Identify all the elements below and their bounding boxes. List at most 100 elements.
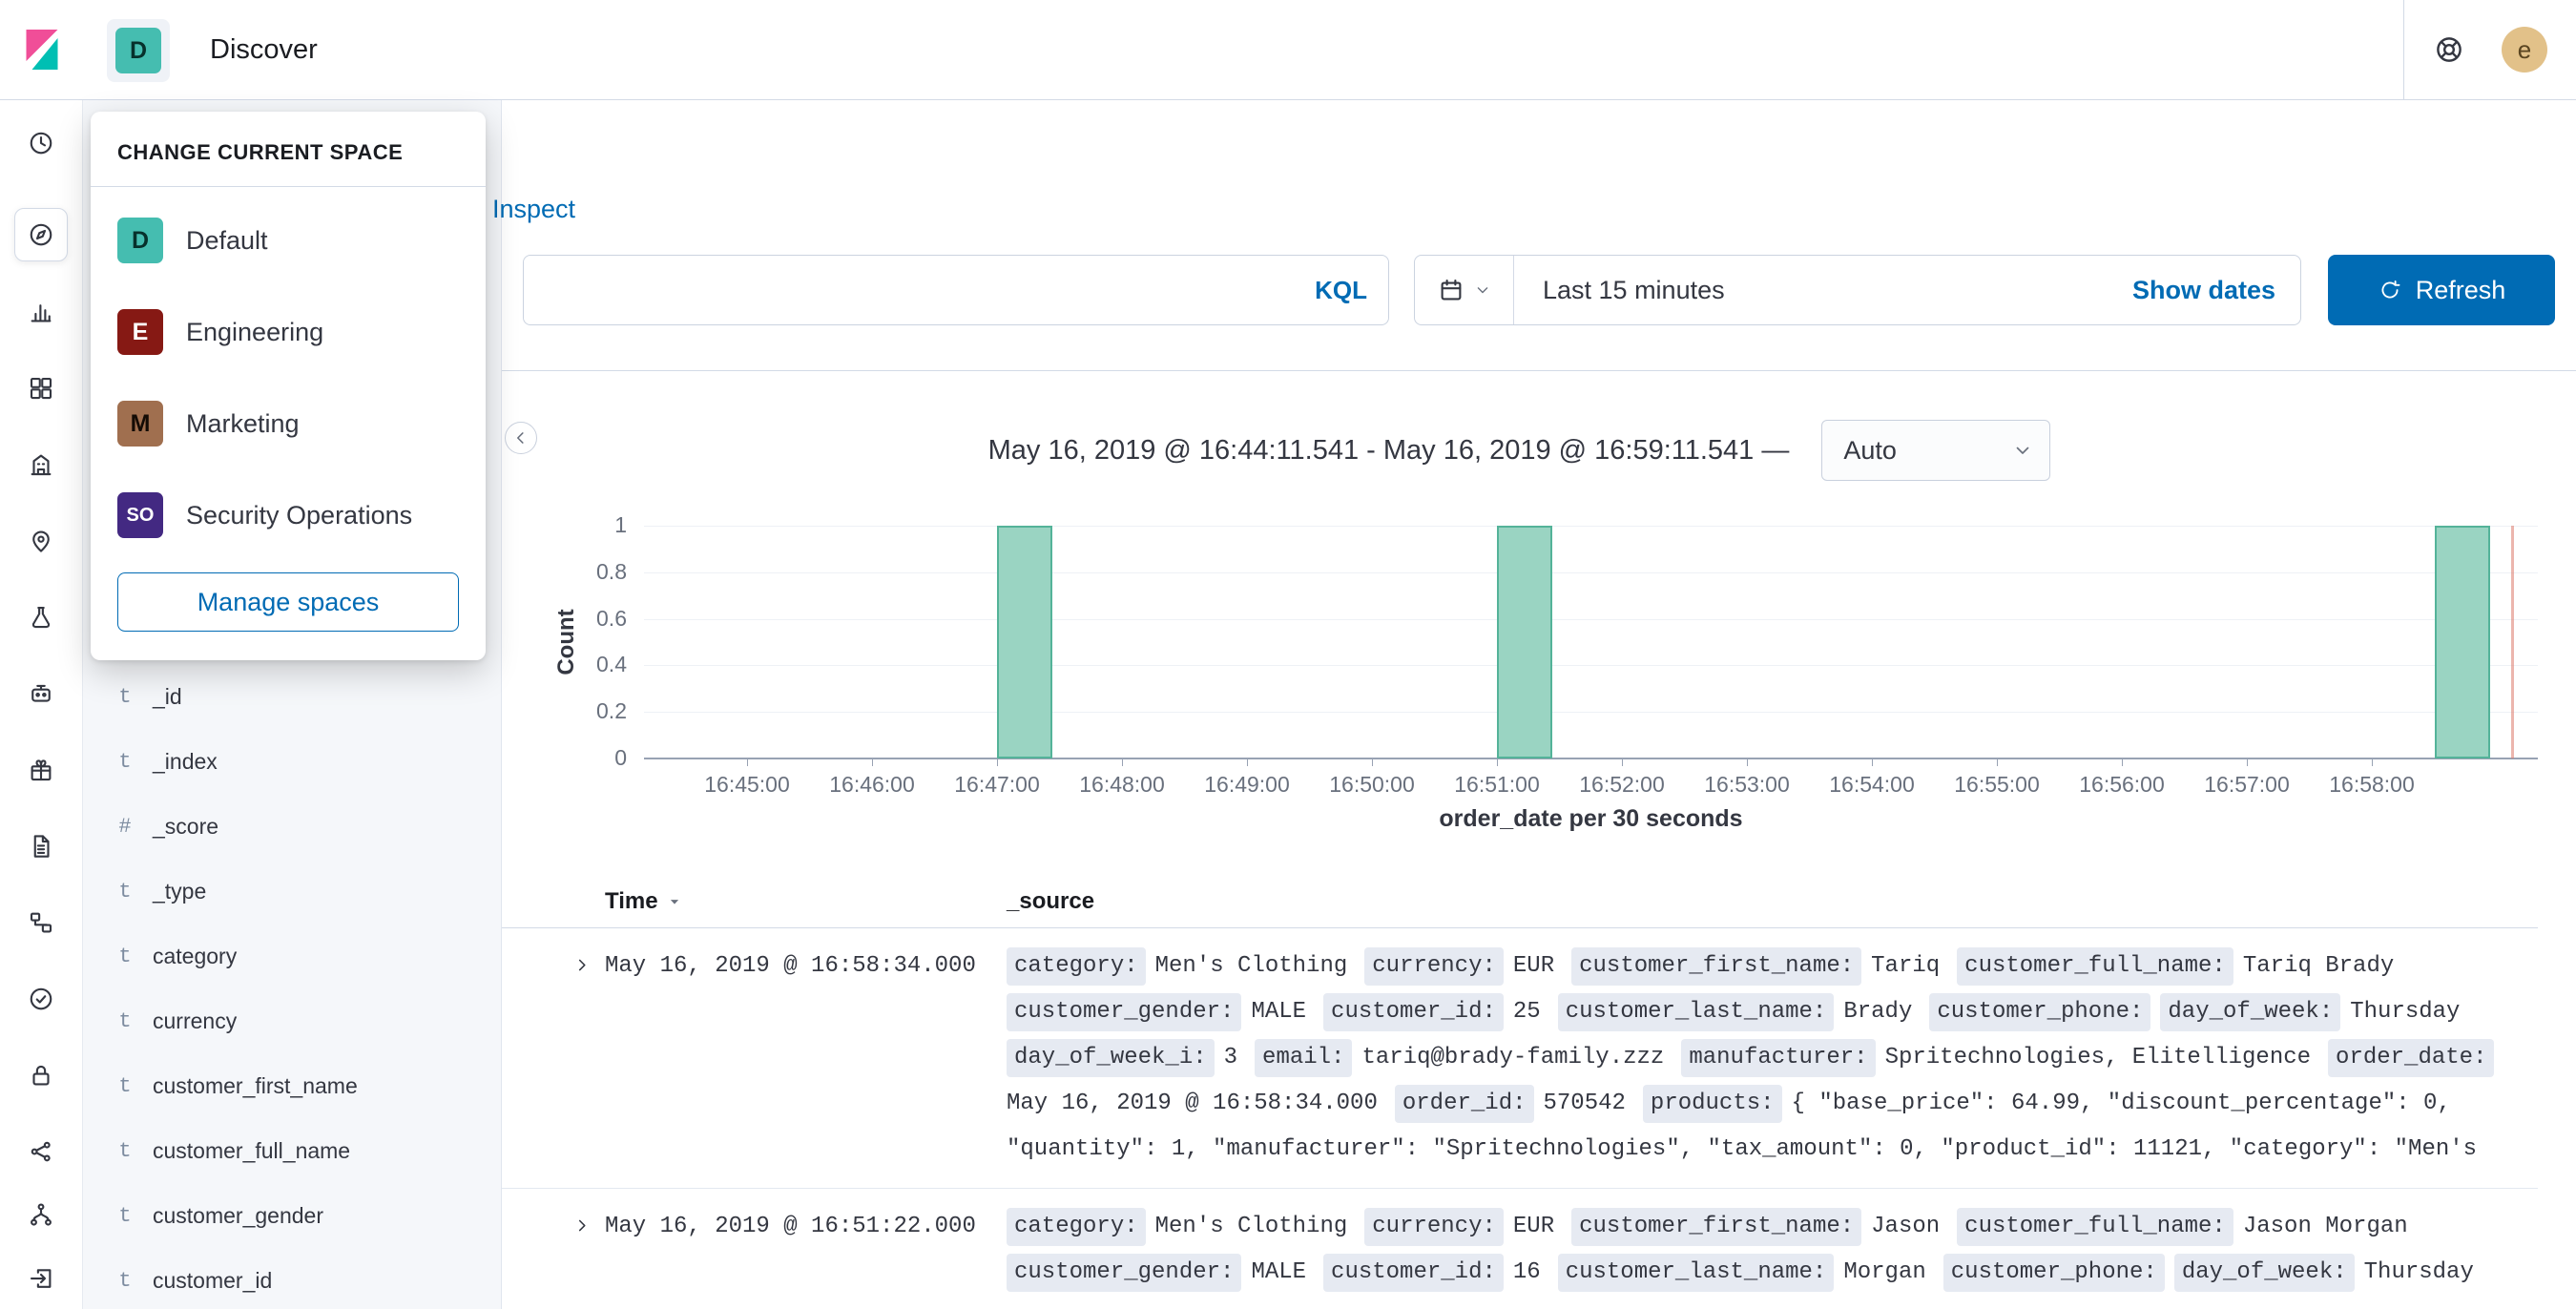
nav-item-grid[interactable]: [14, 362, 68, 415]
documents-table: Time _source May 16, 2019 @ 16:58:34.000…: [501, 876, 2538, 1309]
field-badge: order_date:: [2328, 1039, 2495, 1077]
refresh-button[interactable]: Refresh: [2328, 255, 2555, 325]
space-selector-button[interactable]: D: [107, 19, 170, 82]
interval-select[interactable]: Auto: [1821, 420, 2051, 481]
fork-icon: [31, 1203, 52, 1226]
field-name: customer_full_name: [153, 1137, 351, 1163]
space-item-security-operations[interactable]: SO Security Operations: [91, 469, 486, 561]
histogram-plot: 0 0.2 0.4 0.6 0.8 1 16:45:00 16:46:00 16:47:00 16…: [596, 512, 2538, 797]
show-dates-link[interactable]: Show dates: [2132, 276, 2275, 305]
nav-item-gift[interactable]: [14, 743, 68, 797]
sort-down-icon: [666, 893, 683, 910]
field-value: Men's Clothing: [1154, 1214, 1348, 1239]
chevron-down-icon: [1477, 287, 1487, 294]
nav-item-map-pin[interactable]: [14, 514, 68, 568]
field-badge: customer_id:: [1323, 1254, 1504, 1292]
nav-item-hierarchy[interactable]: [14, 896, 68, 949]
space-name: Engineering: [186, 317, 324, 346]
manage-spaces-button[interactable]: Manage spaces: [117, 572, 459, 632]
nav-item-share-nodes[interactable]: [14, 1125, 68, 1178]
expand-row-button[interactable]: [567, 951, 597, 982]
field-item-_type[interactable]: t _type: [82, 859, 501, 924]
app-menu: Inspect: [492, 183, 575, 235]
top-bar: D Discover e: [0, 0, 2576, 100]
field-badge: currency:: [1364, 1208, 1504, 1246]
space-name: Default: [186, 225, 268, 255]
space-item-marketing[interactable]: M Marketing: [91, 378, 486, 469]
kql-toggle-button[interactable]: KQL: [1315, 276, 1367, 305]
flask-icon: [31, 606, 51, 629]
field-name: customer_gender: [153, 1202, 323, 1228]
help-button[interactable]: [2433, 33, 2465, 66]
field-value: Thursday: [2363, 1259, 2474, 1285]
nav-item-fork[interactable]: [14, 1188, 68, 1241]
nav-item-check-circle[interactable]: [14, 972, 68, 1026]
field-value: EUR: [1512, 1214, 1555, 1239]
inspect-link[interactable]: Inspect: [492, 195, 575, 224]
field-type-icon: t: [118, 1138, 132, 1163]
field-item-customer_gender[interactable]: t customer_gender: [82, 1183, 501, 1248]
field-name: category: [153, 943, 238, 968]
doc-source-cell: category: Men's Clothing currency: EUR custo…: [1007, 1204, 2538, 1296]
collapse-chart-button[interactable]: [505, 422, 537, 454]
field-badge: customer_first_name:: [1571, 1208, 1862, 1246]
nav-item-robot[interactable]: [14, 667, 68, 720]
breadcrumb: Discover: [210, 33, 318, 65]
histogram-bar[interactable]: [1497, 526, 1552, 758]
field-item-customer_first_name[interactable]: t customer_first_name: [82, 1053, 501, 1118]
field-badge: products:: [1642, 1085, 1782, 1123]
field-item-_id[interactable]: t _id: [82, 664, 501, 729]
field-badge: customer_phone:: [1929, 993, 2151, 1031]
field-badge: customer_phone:: [1942, 1254, 2165, 1292]
nav-item-flask[interactable]: [14, 591, 68, 644]
gridline: [644, 712, 2538, 714]
nav-item-building[interactable]: [14, 438, 68, 491]
field-item-category[interactable]: t category: [82, 924, 501, 988]
field-value: 16: [1512, 1259, 1541, 1285]
field-name: customer_id: [153, 1267, 273, 1293]
nav-item-lock[interactable]: [14, 1049, 68, 1102]
space-item-engineering[interactable]: E Engineering: [91, 286, 486, 378]
table-row: May 16, 2019 @ 16:58:34.000 category: Men'…: [501, 928, 2538, 1189]
time-range-label[interactable]: Last 15 minutes: [1543, 276, 1725, 305]
nav-item-bar-chart[interactable]: [14, 285, 68, 339]
kibana-logo-icon[interactable]: [19, 27, 65, 73]
expand-row-button[interactable]: [567, 1212, 597, 1242]
nav-item-clock[interactable]: [14, 116, 68, 170]
field-value: Spritechnologies, Elitelligence: [1884, 1045, 2312, 1070]
chart-header: May 16, 2019 @ 16:44:11.541 - May 16, 20…: [501, 420, 2538, 481]
histogram-bar[interactable]: [2434, 526, 2490, 758]
nav-item-compass[interactable]: [14, 208, 68, 261]
field-item-_score[interactable]: # _score: [82, 794, 501, 859]
x-axis-line: [644, 758, 2538, 759]
field-item-customer_id[interactable]: t customer_id: [82, 1248, 501, 1309]
space-avatar-engineering: E: [117, 309, 163, 355]
field-type-icon: t: [118, 1073, 132, 1098]
field-item-customer_full_name[interactable]: t customer_full_name: [82, 1118, 501, 1183]
user-avatar[interactable]: e: [2502, 27, 2547, 73]
field-item-_index[interactable]: t _index: [82, 729, 501, 794]
field-value: tariq@brady-family.zzz: [1361, 1045, 1665, 1070]
chevron-left-icon: [517, 432, 524, 444]
current-space-avatar: D: [115, 28, 161, 73]
space-item-default[interactable]: D Default: [91, 195, 486, 286]
field-name: currency: [153, 1008, 238, 1033]
search-input[interactable]: KQL: [523, 255, 1389, 325]
hierarchy-icon: [30, 912, 52, 933]
space-avatar-default: D: [117, 218, 163, 263]
check-circle-icon: [30, 987, 52, 1010]
field-badge: customer_gender:: [1007, 1254, 1242, 1292]
lock-icon: [32, 1065, 50, 1086]
x-tick-mark: [1747, 758, 1748, 766]
field-value: Men's Clothing: [1154, 953, 1348, 979]
histogram-bar[interactable]: [997, 526, 1052, 758]
time-column-header[interactable]: Time: [605, 888, 1007, 915]
refresh-button-label: Refresh: [2415, 275, 2506, 304]
building-icon: [31, 454, 52, 476]
field-value: 25: [1512, 999, 1541, 1025]
calendar-dropdown-button[interactable]: [1415, 256, 1514, 324]
field-badge: customer_gender:: [1007, 993, 1242, 1031]
nav-item-document[interactable]: [14, 820, 68, 873]
nav-item-exit-arrow[interactable]: [14, 1252, 68, 1305]
field-item-currency[interactable]: t currency: [82, 988, 501, 1053]
